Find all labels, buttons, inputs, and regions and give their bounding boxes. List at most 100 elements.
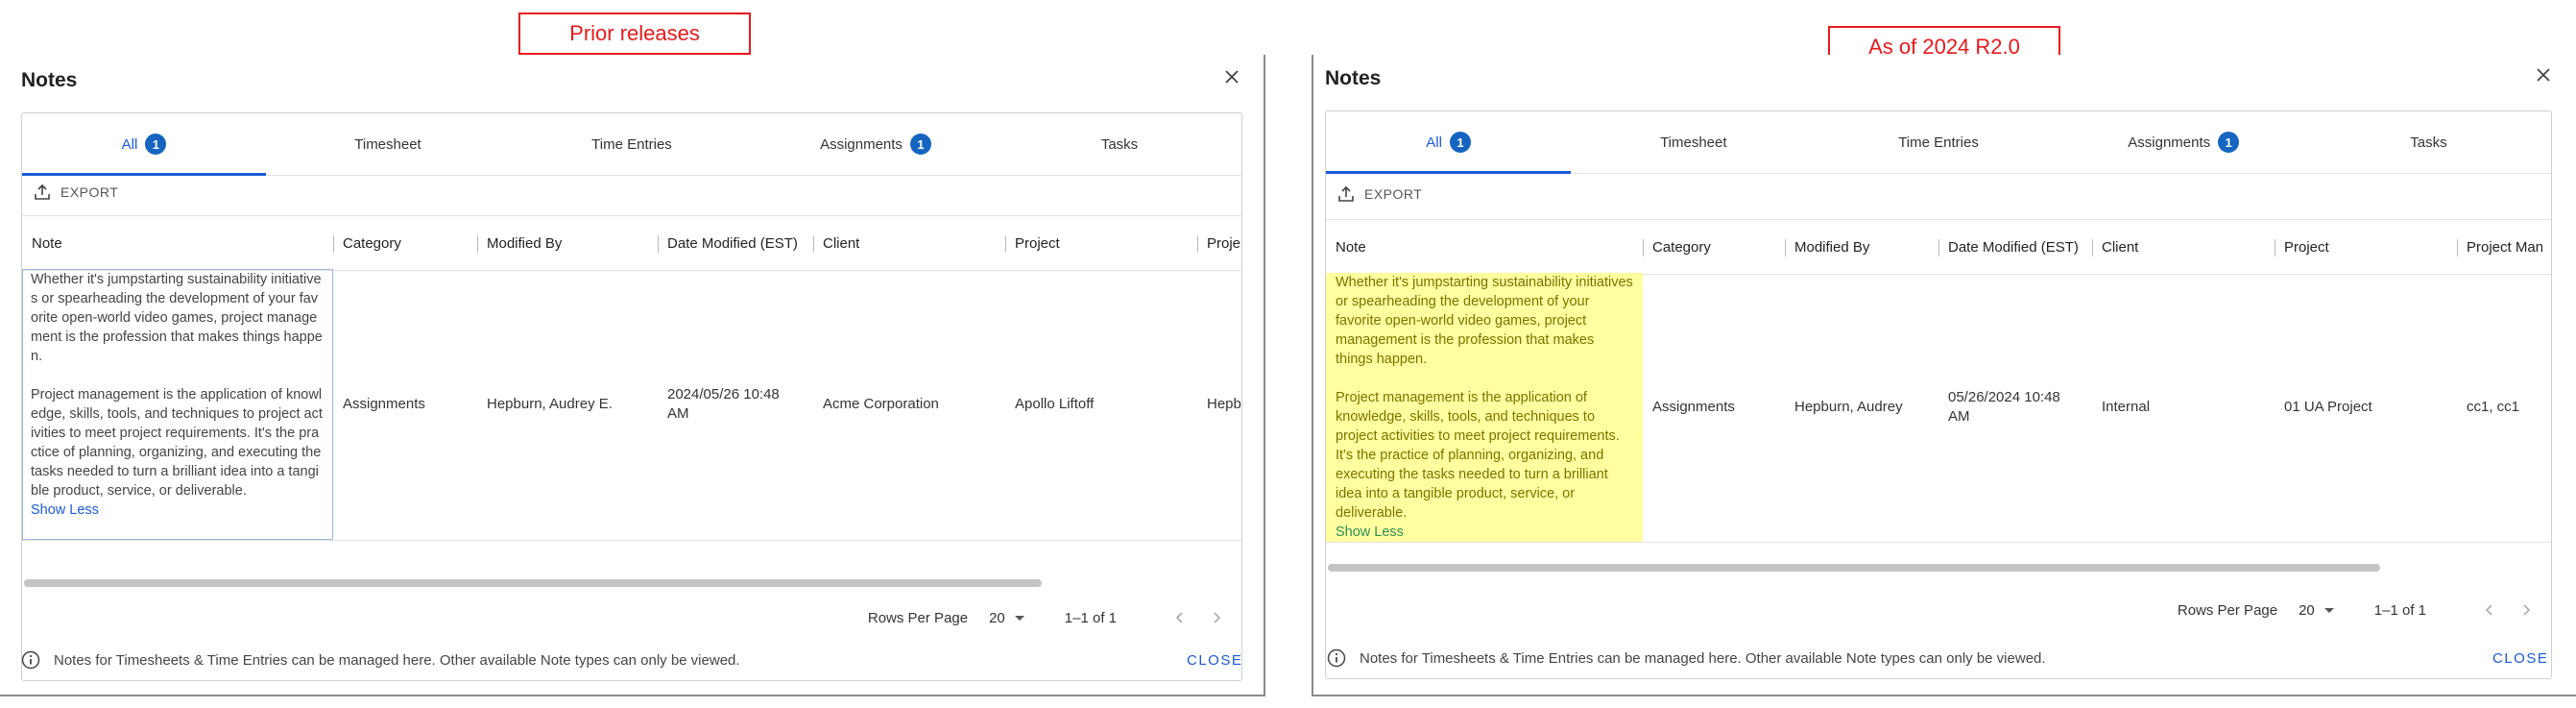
export-label: EXPORT (1364, 186, 1423, 202)
footer-text: Notes for Timesheets & Time Entries can … (54, 651, 740, 669)
project-manager-cell: Hepb (1207, 396, 1241, 412)
tab-tasks[interactable]: Tasks (998, 113, 1241, 175)
rows-per-page-value: 20 (989, 609, 1005, 626)
project-cell: 01 UA Project (2284, 399, 2372, 415)
rows-per-page-label: Rows Per Page (867, 609, 969, 626)
rows-per-page-select[interactable]: 20 (2299, 602, 2336, 619)
page-range: 1–1 of 1 (2373, 601, 2426, 619)
chevron-left-icon[interactable] (1167, 605, 1192, 630)
pagination: Rows Per Page 20 1–1 of 1 (868, 605, 1230, 630)
table-row: Whether it's jumpstarting sustainability… (1326, 273, 2551, 543)
footer-info: Notes for Timesheets & Time Entries can … (1327, 648, 2046, 668)
project-manager-cell: cc1, cc1 (2467, 399, 2520, 415)
export-button[interactable]: EXPORT (34, 183, 118, 201)
count-badge: 1 (1449, 132, 1471, 153)
rows-per-page-select[interactable]: 20 (989, 610, 1026, 626)
dropdown-arrow-icon (1014, 616, 1024, 621)
note-text: Whether it's jumpstarting sustainability… (1336, 275, 1633, 367)
date-line: 2024/05/26 10:48 (667, 386, 780, 403)
export-button[interactable]: EXPORT (1337, 185, 1422, 203)
tab-all[interactable]: All 1 (22, 113, 266, 176)
notes-tabs: All 1 Timesheet Time Entries Assignments 1… (22, 113, 1241, 176)
pagination: Rows Per Page 20 1–1 of 1 (2178, 598, 2540, 623)
count-badge: 1 (145, 134, 167, 155)
client-cell: Acme Corporation (823, 396, 939, 412)
prior-releases-label: Prior releases (518, 12, 751, 55)
notes-card: All 1 Timesheet Time Entries Assignments 1… (1325, 110, 2552, 679)
horizontal-scrollbar[interactable] (1326, 561, 2551, 574)
table-row: Whether it's jumpstarting sustainability… (22, 269, 1241, 541)
col-category[interactable]: Category (333, 216, 477, 270)
count-badge: 1 (2218, 132, 2240, 153)
col-date-modified[interactable]: Date Modified (EST) (1938, 220, 2092, 274)
tab-time-entries[interactable]: Time Entries (510, 113, 754, 175)
info-icon (1327, 648, 1346, 668)
col-project-manager[interactable]: Project Man (2457, 220, 2551, 274)
tab-assignments[interactable]: Assignments 1 (2061, 111, 2306, 173)
dropdown-arrow-icon (2323, 608, 2334, 613)
tab-label: Timesheet (354, 135, 421, 153)
show-less-link[interactable]: Show Less (31, 500, 325, 520)
footer-text: Notes for Timesheets & Time Entries can … (1360, 649, 2046, 667)
tab-timesheet[interactable]: Timesheet (266, 113, 510, 175)
tab-label: All (1426, 134, 1442, 151)
col-note[interactable]: Note (22, 216, 333, 270)
date-modified-cell: 05/26/2024 10:48 AM (1938, 273, 2092, 542)
export-label: EXPORT (60, 184, 119, 200)
count-badge: 1 (909, 134, 931, 155)
date-line: AM (1948, 408, 1970, 425)
col-client[interactable]: Client (813, 216, 1005, 270)
close-button[interactable]: CLOSE (1187, 652, 1242, 669)
notes-dialog-prior: Notes All 1 Timesheet Time Entries Assign… (0, 55, 1264, 695)
col-project-manager[interactable]: Proje (1197, 216, 1241, 270)
export-icon (35, 183, 50, 200)
tab-label: Tasks (1100, 135, 1139, 153)
note-text: Project management is the application of… (1336, 390, 1620, 521)
category-cell: Assignments (1652, 399, 1735, 415)
date-line: AM (667, 405, 689, 422)
note-cell: Whether it's jumpstarting sustainability… (22, 269, 333, 540)
close-button[interactable]: CLOSE (2492, 650, 2548, 667)
tab-label: Time Entries (1898, 134, 1979, 151)
col-client[interactable]: Client (2092, 220, 2275, 274)
modified-by-cell: Hepburn, Audrey E. (487, 396, 613, 412)
chevron-left-icon[interactable] (2476, 598, 2501, 623)
col-project[interactable]: Project (1005, 216, 1197, 270)
tab-all[interactable]: All 1 (1326, 111, 1572, 174)
note-cell: Whether it's jumpstarting sustainability… (1326, 273, 1643, 542)
chevron-right-icon[interactable] (1205, 605, 1230, 630)
col-date-modified[interactable]: Date Modified (EST) (658, 216, 813, 270)
scrollbar-thumb[interactable] (1328, 564, 2380, 572)
note-text: Project management is the application of… (31, 387, 323, 499)
horizontal-scrollbar[interactable] (22, 576, 1241, 590)
notes-tabs: All 1 Timesheet Time Entries Assignments 1… (1326, 111, 2551, 174)
tab-time-entries[interactable]: Time Entries (1816, 111, 2060, 173)
tab-label: All (121, 135, 138, 153)
scrollbar-thumb[interactable] (24, 579, 1042, 587)
note-text: Whether it's jumpstarting sustainability… (31, 272, 323, 364)
tab-timesheet[interactable]: Timesheet (1571, 111, 1816, 173)
close-icon[interactable] (1221, 66, 1242, 87)
col-modified-by[interactable]: Modified By (477, 216, 658, 270)
tab-assignments[interactable]: Assignments 1 (754, 113, 998, 175)
col-note[interactable]: Note (1326, 220, 1643, 274)
date-modified-cell: 2024/05/26 10:48 AM (658, 269, 813, 540)
close-icon[interactable] (2533, 64, 2554, 85)
rows-per-page-value: 20 (2299, 601, 2315, 619)
notes-dialog-current: Notes All 1 Timesheet Time Entries Assign… (1313, 55, 2576, 695)
chevron-right-icon[interactable] (2515, 598, 2540, 623)
table-header: Note Category Modified By Date Modified … (1326, 219, 2551, 275)
col-project[interactable]: Project (2275, 220, 2457, 274)
tab-tasks[interactable]: Tasks (2306, 111, 2551, 173)
col-category[interactable]: Category (1643, 220, 1785, 274)
dialog-title: Notes (1325, 67, 1382, 89)
table-header: Note Category Modified By Date Modified … (22, 215, 1241, 271)
footer-info: Notes for Timesheets & Time Entries can … (21, 650, 740, 670)
project-cell: Apollo Liftoff (1015, 396, 1095, 412)
modified-by-cell: Hepburn, Audrey (1794, 399, 1903, 415)
notes-card: All 1 Timesheet Time Entries Assignments 1… (21, 112, 1242, 681)
tab-label: Assignments (2128, 134, 2211, 151)
page-range: 1–1 of 1 (1064, 609, 1117, 626)
col-modified-by[interactable]: Modified By (1785, 220, 1938, 274)
show-less-link[interactable]: Show Less (1336, 523, 1633, 542)
